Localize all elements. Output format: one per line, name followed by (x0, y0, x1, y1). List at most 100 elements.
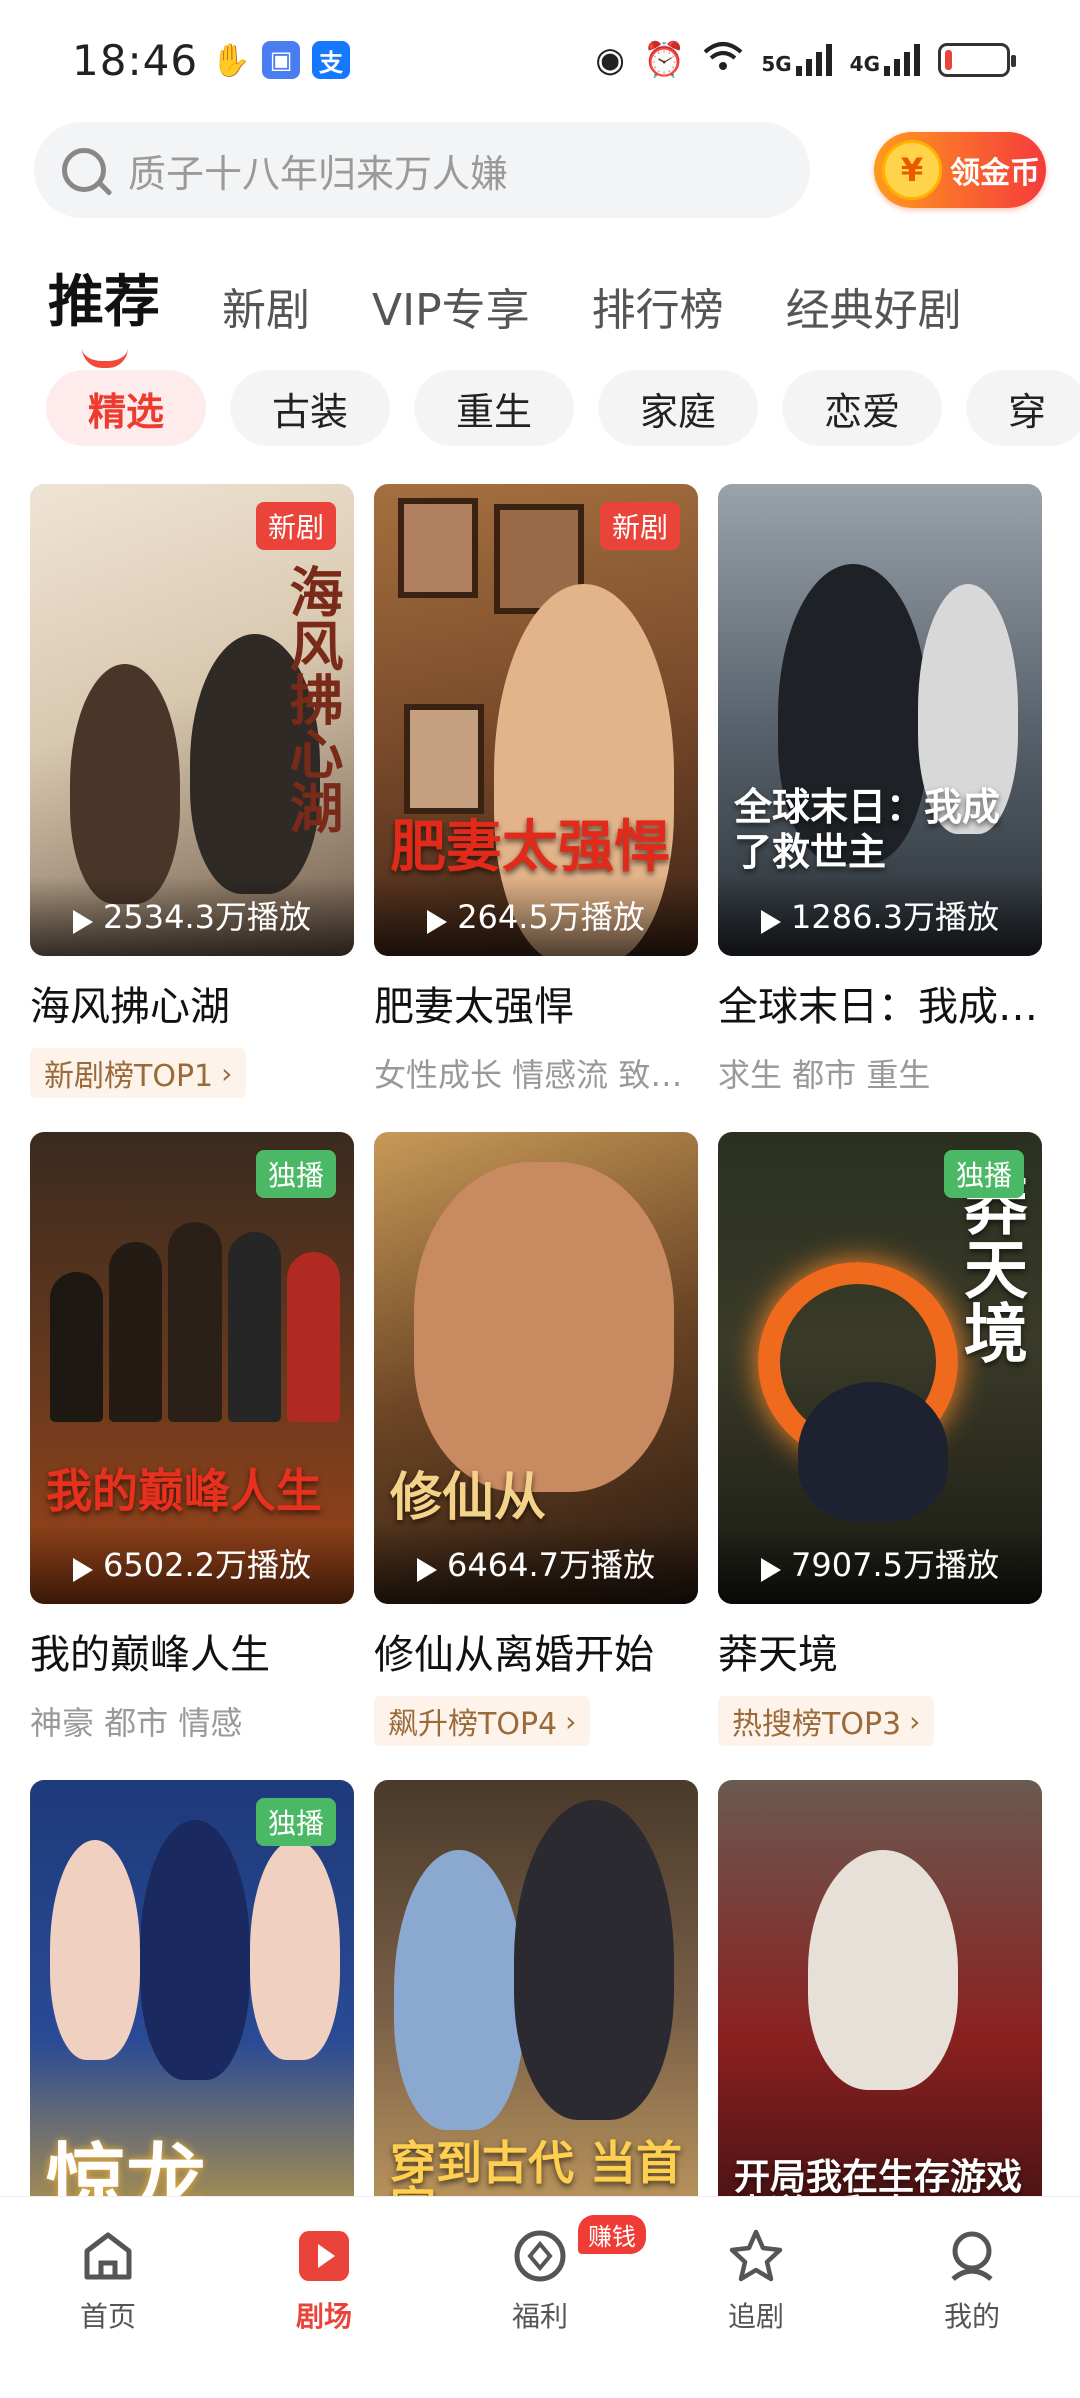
drama-poster[interactable]: 莽天境 独播 7907.5万播放 (718, 1132, 1042, 1604)
earn-money-badge: 赚钱 (578, 2215, 646, 2254)
drama-title: 海风拂心湖 (30, 984, 230, 1030)
rank-tag[interactable]: 热搜榜TOP3 › (718, 1696, 935, 1746)
battery-low-icon (938, 43, 1016, 77)
drama-poster[interactable]: 惊龙 独播 (30, 1780, 354, 2252)
category-tabs: 推荐 新剧 VIP专享 排行榜 经典好剧 (48, 257, 1024, 368)
drama-tags: 神豪 都市 情感 (30, 1704, 243, 1742)
chip-costume[interactable]: 古装 (230, 370, 391, 446)
play-count: 264.5万播放 (374, 876, 698, 956)
drama-poster[interactable]: 开局我在生存游戏中逆风翻盘 (718, 1780, 1042, 2252)
nav-home[interactable]: 首页 (0, 2197, 216, 2398)
drama-poster[interactable]: 海风拂心湖 新剧 2534.3万播放 (30, 484, 354, 956)
exclusive-badge: 独播 (255, 1798, 336, 1846)
rank-tag[interactable]: 新剧榜TOP1 › (30, 1048, 247, 1098)
tab-recommend[interactable]: 推荐 (48, 257, 160, 368)
rank-tag[interactable]: 飙升榜TOP4 › (374, 1696, 591, 1746)
chevron-right-icon: › (565, 1704, 577, 1738)
tab-label: 推荐 (48, 270, 160, 335)
play-icon (73, 1558, 93, 1582)
claim-coins-button[interactable]: ¥ 领金币 (874, 132, 1046, 208)
drama-poster[interactable]: 全球末日：我成了救世主 1286.3万播放 (718, 484, 1042, 956)
play-count-text: 6464.7万播放 (447, 1546, 655, 1584)
search-icon (62, 148, 106, 192)
battery-level (945, 50, 952, 70)
play-count: 6502.2万播放 (30, 1524, 354, 1604)
rank-tag-text: 新剧榜TOP1 (44, 1059, 214, 1094)
play-icon (417, 1558, 437, 1582)
rank-tag-text: 飙升榜TOP4 (388, 1707, 558, 1742)
drama-title: 修仙从离婚开始 (374, 1632, 654, 1678)
welfare-coin-icon (514, 2230, 566, 2282)
drama-poster[interactable]: 我的巅峰人生 独播 6502.2万播放 (30, 1132, 354, 1604)
yuan-coin-icon: ¥ (882, 140, 942, 200)
drama-card[interactable]: 海风拂心湖 新剧 2534.3万播放 海风拂心湖 新剧榜TOP1 › (30, 484, 354, 1132)
status-time: 18:46 (72, 35, 199, 85)
play-count-text: 7907.5万播放 (791, 1546, 999, 1584)
drama-card[interactable]: 我的巅峰人生 独播 6502.2万播放 我的巅峰人生 神豪 都市 情感 (30, 1132, 354, 1780)
drama-title: 全球末日：我成… (718, 984, 1038, 1030)
nav-theater-label: 剧场 (295, 2300, 352, 2333)
screenshot-app-icon: ▣ (262, 41, 301, 79)
drama-card[interactable]: 全球末日：我成了救世主 1286.3万播放 全球末日：我成… 求生 都市 重生 (718, 484, 1042, 1132)
chip-family[interactable]: 家庭 (598, 370, 759, 446)
tab-vip[interactable]: VIP专享 (372, 274, 530, 338)
nav-follow[interactable]: 追剧 (648, 2197, 864, 2398)
search-input[interactable]: 质子十八年归来万人嫌 (34, 122, 810, 218)
drama-title: 肥妻太强悍 (374, 984, 574, 1030)
chip-romance[interactable]: 恋爱 (782, 370, 943, 446)
tab-new-drama[interactable]: 新剧 (222, 274, 310, 338)
drama-poster[interactable]: 肥妻太强悍 新剧 264.5万播放 (374, 484, 698, 956)
eye-icon: ◉ (595, 40, 625, 80)
drama-card[interactable]: 肥妻太强悍 新剧 264.5万播放 肥妻太强悍 女性成长 情感流 致… (374, 484, 698, 1132)
nav-profile[interactable]: 我的 (864, 2197, 1080, 2398)
alipay-icon: 支 (312, 41, 351, 79)
poster-title-art: 全球末日：我成了救世主 (734, 784, 1001, 875)
poster-title-art: 莽天境 (953, 1172, 1027, 1364)
play-count: 6464.7万播放 (374, 1524, 698, 1604)
poster-title-art: 我的巅峰人生 (46, 1464, 322, 1518)
chip-featured[interactable]: 精选 (46, 370, 207, 446)
play-count-text: 264.5万播放 (457, 898, 645, 936)
poster-title-art: 海风拂心湖 (280, 564, 343, 834)
chip-time-travel[interactable]: 穿 (966, 370, 1080, 446)
tab-ranking[interactable]: 排行榜 (592, 274, 724, 338)
alarm-icon: ⏰ (642, 40, 686, 80)
search-row: 质子十八年归来万人嫌 ¥ 领金币 (34, 122, 1046, 218)
chevron-right-icon: › (221, 1056, 233, 1090)
drama-poster[interactable]: 修仙从 6464.7万播放 (374, 1132, 698, 1604)
genre-chips: 精选 古装 重生 家庭 恋爱 穿 (46, 370, 1080, 448)
play-icon (73, 910, 93, 934)
exclusive-badge: 独播 (255, 1150, 336, 1198)
chip-rebirth[interactable]: 重生 (414, 370, 575, 446)
drama-card[interactable]: 修仙从 6464.7万播放 修仙从离婚开始 飙升榜TOP4 › (374, 1132, 698, 1780)
play-count: 7907.5万播放 (718, 1524, 1042, 1604)
nav-theater[interactable]: 剧场 (216, 2197, 432, 2398)
home-icon (84, 2232, 132, 2280)
drama-tags: 女性成长 情感流 致… (374, 1056, 683, 1094)
new-badge: 新剧 (599, 502, 680, 550)
tab-classic[interactable]: 经典好剧 (786, 274, 962, 338)
claim-coins-label: 领金币 (950, 156, 1040, 191)
play-count-text: 6502.2万播放 (103, 1546, 311, 1584)
network-5g-label: 5G (761, 52, 792, 76)
drama-tags: 求生 都市 重生 (718, 1056, 931, 1094)
nav-welfare[interactable]: 福利 赚钱 (432, 2197, 648, 2398)
play-count-text: 2534.3万播放 (103, 898, 311, 936)
wifi-6-icon (703, 40, 743, 80)
drama-grid: 海风拂心湖 新剧 2534.3万播放 海风拂心湖 新剧榜TOP1 › 肥妻太强悍 … (30, 484, 1060, 2398)
hand-icon: ✋ (211, 41, 251, 79)
theater-play-icon (299, 2231, 349, 2281)
5g-signal-icon: 5G (761, 44, 832, 76)
play-count: 2534.3万播放 (30, 876, 354, 956)
status-bar: 18:46 ✋ ▣ 支 ◉ ⏰ 5G 4G (0, 0, 1080, 120)
poster-title-art: 修仙从 (390, 1468, 547, 1528)
profile-icon (951, 2231, 993, 2281)
drama-title: 我的巅峰人生 (30, 1632, 270, 1678)
new-badge: 新剧 (255, 502, 336, 550)
drama-card[interactable]: 莽天境 独播 7907.5万播放 莽天境 热搜榜TOP3 › (718, 1132, 1042, 1780)
play-icon (761, 1558, 781, 1582)
nav-profile-label: 我的 (943, 2300, 1000, 2333)
nav-home-label: 首页 (79, 2300, 136, 2333)
drama-poster[interactable]: 穿到古代 当首富 (374, 1780, 698, 2252)
chevron-right-icon: › (909, 1704, 921, 1738)
